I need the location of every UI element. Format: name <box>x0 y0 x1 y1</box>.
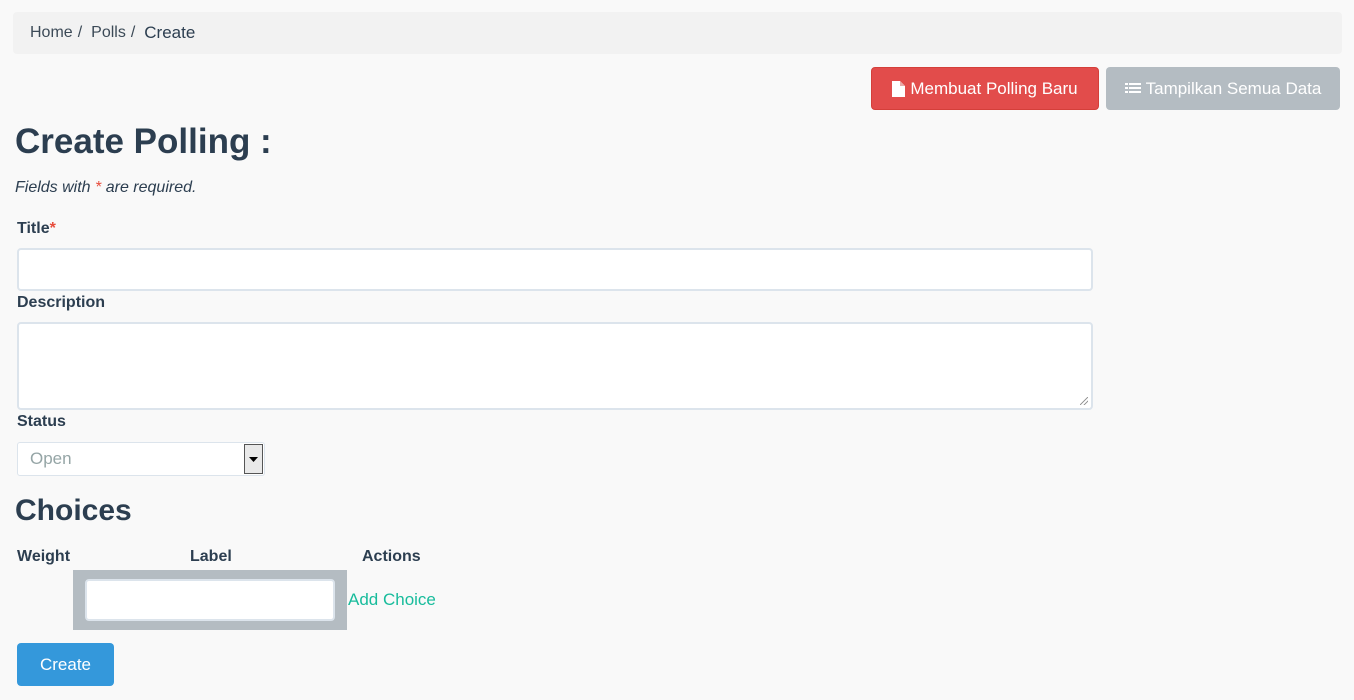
new-poll-button[interactable]: Membuat Polling Baru <box>871 67 1099 110</box>
show-all-data-button[interactable]: Tampilkan Semua Data <box>1106 67 1340 110</box>
title-label: Title* <box>17 220 56 238</box>
file-icon <box>892 80 906 97</box>
chevron-down-icon[interactable] <box>244 444 263 474</box>
status-select[interactable]: Open <box>17 442 265 476</box>
add-choice-link[interactable]: Add Choice <box>348 590 436 610</box>
new-poll-button-label: Membuat Polling Baru <box>910 78 1078 98</box>
description-textarea[interactable] <box>17 322 1093 410</box>
column-header-actions: Actions <box>362 548 421 565</box>
description-label: Description <box>17 294 106 311</box>
resize-handle-icon[interactable] <box>1080 397 1088 405</box>
choice-label-cell <box>73 570 347 630</box>
create-button[interactable]: Create <box>17 643 114 686</box>
breadcrumb: Home / Polls / Create <box>13 12 1342 54</box>
show-all-data-button-label: Tampilkan Semua Data <box>1145 78 1322 98</box>
note-prefix: Fields with <box>15 179 91 196</box>
status-label: Status <box>17 413 66 430</box>
breadcrumb-current: Create <box>144 23 196 42</box>
choice-label-input[interactable] <box>85 579 335 621</box>
title-input[interactable] <box>17 248 1093 291</box>
list-icon <box>1124 82 1141 96</box>
status-selected-value: Open <box>30 449 72 468</box>
title-label-text: Title <box>17 220 50 237</box>
required-marker: * <box>49 220 56 237</box>
choices-heading: Choices <box>15 494 132 527</box>
required-marker: * <box>95 179 102 196</box>
note-suffix: are required. <box>105 179 197 196</box>
breadcrumb-separator: / <box>130 24 136 41</box>
column-header-weight: Weight <box>17 548 71 565</box>
required-fields-note: Fields with * are required. <box>15 179 196 197</box>
breadcrumb-separator: / <box>77 24 83 41</box>
page-title: Create Polling : <box>15 122 272 161</box>
breadcrumb-home-link[interactable]: Home <box>30 24 73 42</box>
column-header-label: Label <box>190 548 232 565</box>
breadcrumb-polls-link[interactable]: Polls <box>91 24 126 42</box>
